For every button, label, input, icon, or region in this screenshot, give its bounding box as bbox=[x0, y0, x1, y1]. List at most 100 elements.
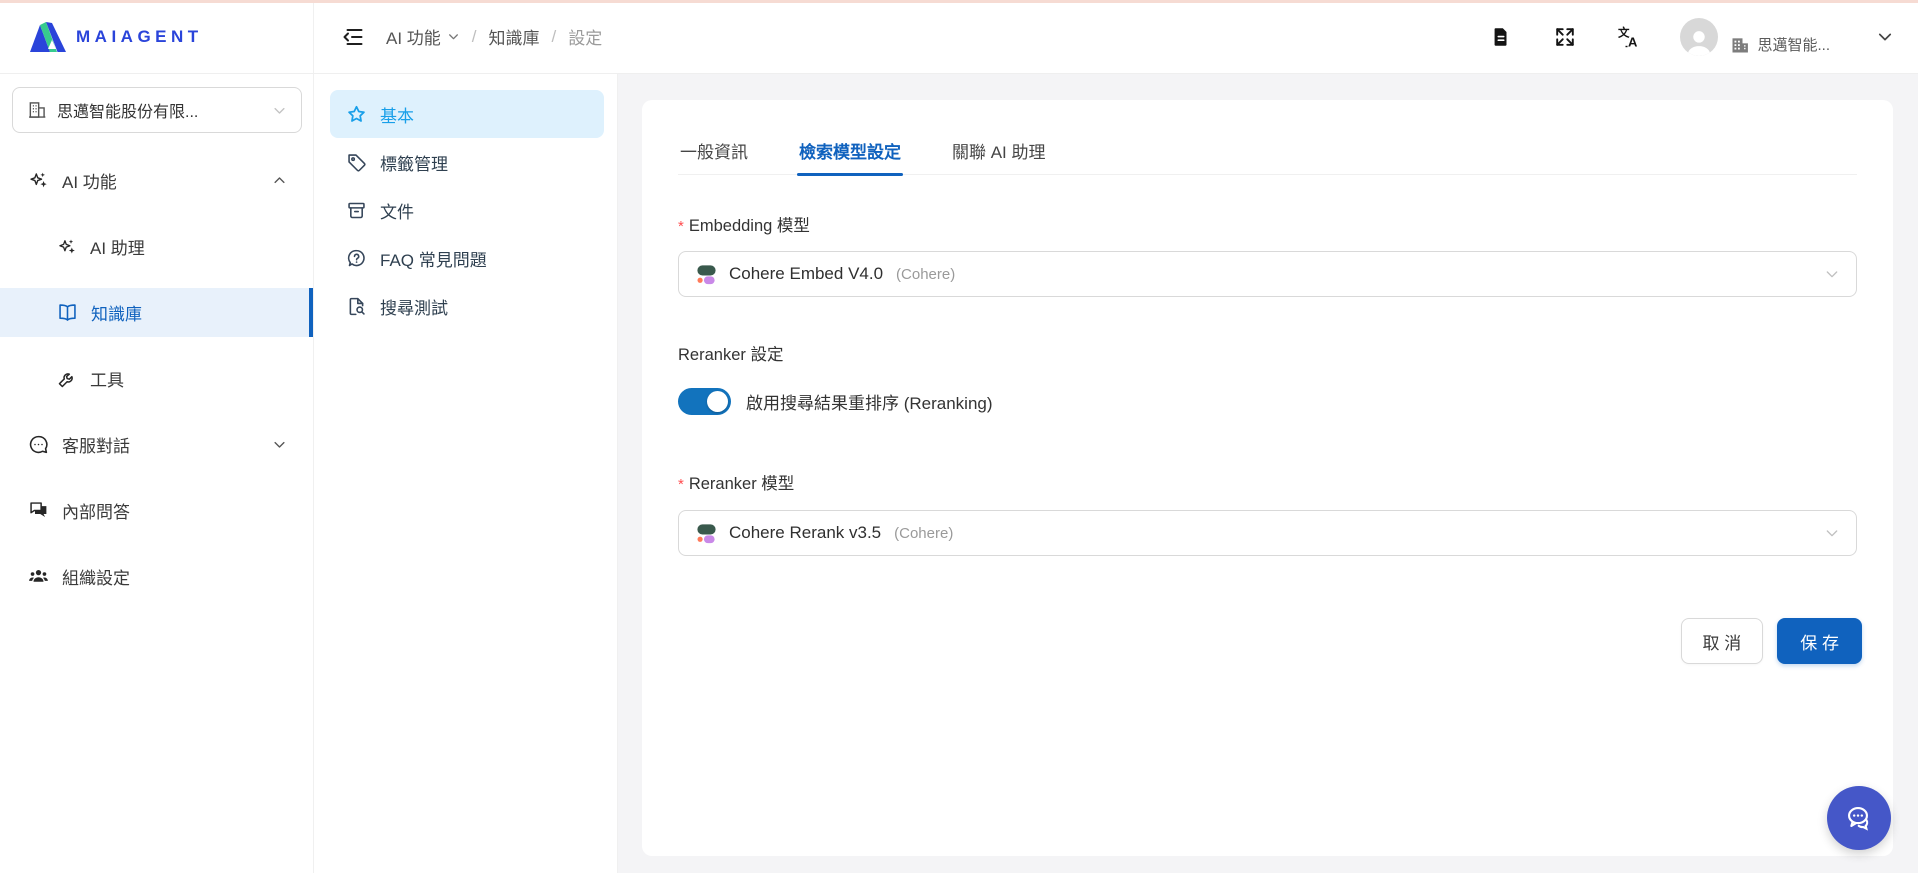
header-chevron-down-icon[interactable] bbox=[1876, 28, 1894, 46]
svg-text:A: A bbox=[1628, 34, 1638, 49]
header-actions: 文 A bbox=[1450, 18, 1894, 56]
required-asterisk: * bbox=[678, 476, 684, 493]
organization-selector-value: 思邁智能股份有限... bbox=[57, 98, 262, 122]
reranker-model-value: Cohere Rerank v3.5 bbox=[729, 523, 881, 543]
maiagent-logo-icon bbox=[30, 22, 66, 52]
settings-tabs: 一般資訊 檢索模型設定 關聯 AI 助理 bbox=[678, 127, 1857, 175]
chevron-down-icon bbox=[447, 30, 460, 43]
subnav-item-faq[interactable]: FAQ 常見問題 bbox=[330, 234, 604, 282]
maiagent-logo[interactable]: MAIAGENT bbox=[30, 22, 203, 52]
reranker-model-label: *Reranker 模型 bbox=[678, 470, 794, 494]
save-button[interactable]: 保 存 bbox=[1777, 618, 1862, 664]
reranking-toggle[interactable] bbox=[678, 388, 731, 415]
logo-text: MAIAGENT bbox=[76, 27, 203, 47]
sidebar-item-ai-assistant[interactable]: AI 助理 bbox=[0, 222, 313, 271]
user-avatar[interactable] bbox=[1680, 18, 1718, 56]
sidebar-item-label: 內部問答 bbox=[62, 498, 130, 523]
chevron-down-icon bbox=[272, 437, 287, 452]
sidebar-item-label: 工具 bbox=[90, 366, 124, 391]
breadcrumb-item-settings: 設定 bbox=[568, 24, 602, 49]
embedding-model-value: Cohere Embed V4.0 bbox=[729, 264, 883, 284]
primary-nav: AI 功能 AI 助理 知識庫 bbox=[0, 156, 313, 618]
breadcrumb-item-ai-features[interactable]: AI 功能 bbox=[386, 24, 460, 49]
embedding-model-select[interactable]: Cohere Embed V4.0 (Cohere) bbox=[678, 251, 1857, 297]
sidebar-item-label: AI 功能 bbox=[62, 168, 117, 193]
subnav-item-label: 文件 bbox=[380, 198, 414, 223]
kb-settings-nav: 基本 標籤管理 文件 bbox=[330, 90, 604, 330]
subnav-item-documents[interactable]: 文件 bbox=[330, 186, 604, 234]
organization-selector[interactable]: 思邁智能股份有限... bbox=[12, 87, 302, 133]
chevron-down-icon bbox=[1824, 525, 1840, 541]
breadcrumb-item-knowledge-base[interactable]: 知識庫 bbox=[489, 24, 540, 49]
breadcrumb-separator: / bbox=[472, 27, 477, 47]
support-chat-fab[interactable] bbox=[1827, 786, 1891, 850]
toggle-knob bbox=[707, 391, 728, 412]
chat-bubble-icon bbox=[1842, 801, 1876, 835]
chat-smiley-icon bbox=[28, 434, 49, 455]
chevron-down-icon bbox=[272, 103, 287, 118]
subnav-item-tag-management[interactable]: 標籤管理 bbox=[330, 138, 604, 186]
sidebar-item-label: 組織設定 bbox=[62, 564, 130, 589]
current-organization[interactable]: 思邁智能... bbox=[1730, 34, 1830, 55]
embedding-model-provider: (Cohere) bbox=[896, 266, 955, 283]
sidebar-item-label: 知識庫 bbox=[91, 300, 142, 325]
sidebar-item-label: 客服對話 bbox=[62, 432, 130, 457]
building-icon bbox=[1730, 35, 1750, 55]
sidebar-collapse-button[interactable] bbox=[338, 22, 368, 52]
primary-sidebar: 思邁智能股份有限... AI 功能 bbox=[0, 74, 314, 873]
cohere-logo-icon bbox=[695, 263, 718, 286]
secondary-sidebar: 基本 標籤管理 文件 bbox=[314, 74, 618, 873]
form-actions: 取 消 保 存 bbox=[1681, 618, 1862, 664]
tab-retrieval-model-settings[interactable]: 檢索模型設定 bbox=[797, 127, 903, 174]
subnav-item-label: FAQ 常見問題 bbox=[380, 246, 487, 271]
sparkles-icon bbox=[28, 170, 49, 191]
document-icon[interactable] bbox=[1488, 24, 1514, 50]
embedding-model-label: *Embedding 模型 bbox=[678, 212, 810, 236]
reranker-model-provider: (Cohere) bbox=[894, 525, 953, 542]
subnav-item-label: 基本 bbox=[380, 102, 414, 127]
archive-box-icon bbox=[346, 200, 367, 221]
document-search-icon bbox=[346, 296, 367, 317]
organization-name: 思邁智能... bbox=[1757, 34, 1830, 55]
subnav-item-search-test[interactable]: 搜尋測試 bbox=[330, 282, 604, 330]
main-content: 一般資訊 檢索模型設定 關聯 AI 助理 *Embedding 模型 Coher… bbox=[618, 74, 1918, 873]
reranker-section-title: Reranker 設定 bbox=[678, 341, 783, 365]
sidebar-item-ai-features[interactable]: AI 功能 bbox=[0, 156, 313, 205]
question-circle-icon bbox=[346, 248, 367, 269]
star-icon bbox=[346, 104, 367, 125]
header-logo-area: MAIAGENT bbox=[0, 0, 314, 73]
sidebar-item-tools[interactable]: 工具 bbox=[0, 354, 313, 403]
breadcrumb: AI 功能 / 知識庫 / 設定 bbox=[386, 24, 602, 49]
fullscreen-icon[interactable] bbox=[1552, 24, 1578, 50]
sidebar-item-knowledge-base[interactable]: 知識庫 bbox=[0, 288, 313, 337]
chat-bubbles-icon bbox=[28, 500, 49, 521]
reranking-toggle-row: 啟用搜尋結果重排序 (Reranking) bbox=[678, 388, 993, 415]
subnav-item-basic[interactable]: 基本 bbox=[330, 90, 604, 138]
tab-linked-ai-assistants[interactable]: 關聯 AI 助理 bbox=[950, 127, 1048, 174]
sidebar-item-label: AI 助理 bbox=[90, 234, 145, 259]
sidebar-item-org-settings[interactable]: 組織設定 bbox=[0, 552, 313, 601]
sidebar-item-customer-chat[interactable]: 客服對話 bbox=[0, 420, 313, 469]
reranker-model-select[interactable]: Cohere Rerank v3.5 (Cohere) bbox=[678, 510, 1857, 556]
building-outline-icon bbox=[27, 100, 47, 120]
wrench-icon bbox=[57, 369, 77, 389]
cohere-logo-icon bbox=[695, 522, 718, 545]
chevron-down-icon bbox=[1824, 266, 1840, 282]
open-book-icon bbox=[57, 302, 78, 323]
cancel-button[interactable]: 取 消 bbox=[1681, 618, 1764, 664]
sparkles-icon bbox=[57, 237, 77, 257]
tag-icon bbox=[346, 152, 367, 173]
subnav-item-label: 標籤管理 bbox=[380, 150, 448, 175]
team-icon bbox=[28, 566, 49, 587]
settings-card: 一般資訊 檢索模型設定 關聯 AI 助理 *Embedding 模型 Coher… bbox=[642, 100, 1893, 856]
header: MAIAGENT AI 功能 / 知識庫 / 設定 bbox=[0, 0, 1918, 74]
tab-general-info[interactable]: 一般資訊 bbox=[678, 127, 750, 174]
reranking-toggle-label: 啟用搜尋結果重排序 (Reranking) bbox=[746, 389, 993, 414]
chevron-up-icon bbox=[272, 173, 287, 188]
translate-icon[interactable]: 文 A bbox=[1616, 24, 1642, 50]
header-bar: AI 功能 / 知識庫 / 設定 bbox=[314, 0, 1918, 73]
required-asterisk: * bbox=[678, 218, 684, 235]
subnav-item-label: 搜尋測試 bbox=[380, 294, 448, 319]
sidebar-item-internal-qa[interactable]: 內部問答 bbox=[0, 486, 313, 535]
breadcrumb-separator: / bbox=[552, 27, 557, 47]
